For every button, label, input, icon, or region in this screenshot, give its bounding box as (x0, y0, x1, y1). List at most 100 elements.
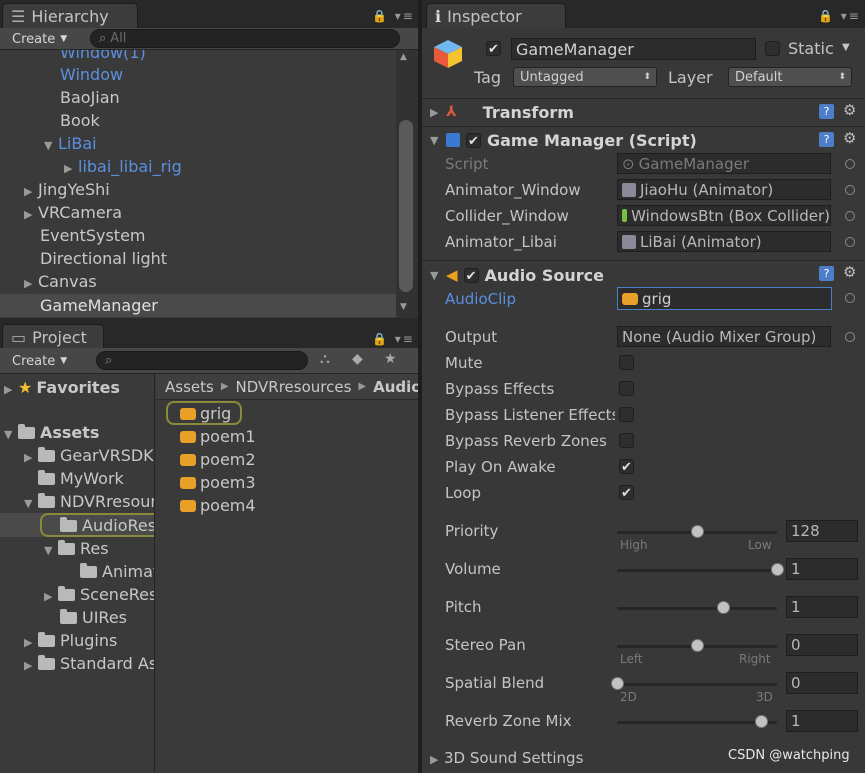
collapse-arrow-icon[interactable]: ▶ (24, 272, 38, 295)
hierarchy-scrollbar[interactable]: ▲ ▼ (396, 50, 418, 318)
spatial-blend-slider-track[interactable] (617, 683, 777, 686)
spatial-blend-slider-knob[interactable] (610, 677, 624, 690)
assets-section[interactable]: ▼ Assets (4, 421, 99, 444)
bypass-effects-checkbox[interactable] (619, 381, 634, 396)
hierarchy-panel-menu-icon[interactable]: 🔒 ▾≡ (372, 9, 415, 23)
collapse-arrow-icon[interactable]: ▶ (24, 203, 38, 226)
hierarchy-item-window1[interactable]: Window(1) (60, 50, 146, 64)
object-picker-icon[interactable] (845, 159, 855, 169)
stereo-pan-slider-knob[interactable] (690, 639, 704, 652)
expand-arrow-icon[interactable]: ▼ (430, 269, 444, 282)
reverb-zone-mix-slider-knob[interactable] (754, 715, 768, 728)
3d-sound-settings-foldout[interactable]: ▶ 3D Sound Settings (430, 749, 583, 767)
hierarchy-item-jingyeshi[interactable]: ▶ JingYeShi (24, 178, 110, 201)
spatial-blend-value-field[interactable]: 0 (786, 672, 858, 694)
static-checkbox[interactable] (765, 41, 780, 56)
animator-window-field[interactable]: JiaoHu (Animator) (617, 179, 831, 200)
pitch-value-field[interactable]: 1 (786, 596, 858, 618)
hierarchy-search-input[interactable]: ⌕ All (90, 29, 400, 48)
hierarchy-item-eventsystem[interactable]: EventSystem (40, 224, 146, 247)
collapse-arrow-icon[interactable]: ▶ (24, 446, 38, 469)
file-poem4[interactable]: poem4 (180, 494, 256, 517)
collapse-arrow-icon[interactable]: ▶ (430, 753, 444, 766)
hierarchy-item-libai-rig[interactable]: ▶ libai_libai_rig (64, 155, 182, 178)
collapse-arrow-icon[interactable]: ▶ (4, 378, 18, 401)
breadcrumb-item[interactable]: AudioRes (373, 378, 418, 396)
folder-ndvrresources[interactable]: ▼ NDVRresources (24, 490, 154, 513)
priority-value-field[interactable]: 128 (786, 520, 858, 542)
output-field[interactable]: None (Audio Mixer Group) (617, 326, 831, 347)
collapse-arrow-icon[interactable]: ▶ (24, 631, 38, 654)
bypass-reverb-zones-checkbox[interactable] (619, 433, 634, 448)
collapse-arrow-icon[interactable]: ▶ (430, 106, 444, 119)
hierarchy-item-book[interactable]: Book (60, 109, 100, 132)
volume-slider-track[interactable] (617, 569, 777, 572)
transform-header[interactable]: ▶ ⅄ Transform (430, 101, 574, 123)
gear-icon[interactable]: ⚙ (843, 129, 856, 147)
filter-by-type-icon[interactable]: ⛬ (320, 351, 330, 367)
component-enabled-checkbox[interactable]: ✔ (463, 267, 479, 284)
reverb-zone-mix-value-field[interactable]: 1 (786, 710, 858, 732)
breadcrumb-item[interactable]: NDVRresources (236, 378, 352, 396)
folder-sceneres[interactable]: ▶ SceneRes (44, 583, 154, 608)
tab-project[interactable]: ▭ Project (2, 324, 104, 350)
play-on-awake-checkbox[interactable]: ✔ (619, 459, 634, 475)
expand-arrow-icon[interactable]: ▼ (430, 134, 444, 147)
hierarchy-item-vrcamera[interactable]: ▶ VRCamera (24, 201, 122, 224)
file-poem3[interactable]: poem3 (180, 471, 256, 494)
folder-audiores[interactable]: AudioRes (60, 514, 154, 537)
static-dropdown-icon[interactable]: ▼ (842, 42, 850, 53)
help-book-icon[interactable]: ? (819, 104, 834, 119)
favorite-star-icon[interactable]: ★ (384, 351, 397, 367)
collapse-arrow-icon[interactable]: ▶ (64, 157, 78, 180)
help-book-icon[interactable]: ? (819, 266, 834, 281)
hierarchy-item-window[interactable]: Window (60, 63, 123, 86)
volume-slider-knob[interactable] (770, 563, 784, 576)
loop-checkbox[interactable]: ✔ (619, 485, 634, 501)
component-enabled-checkbox[interactable]: ✔ (466, 132, 481, 149)
volume-value-field[interactable]: 1 (786, 558, 858, 580)
folder-mywork[interactable]: MyWork (38, 467, 124, 490)
file-poem1[interactable]: poem1 (180, 425, 256, 448)
gear-icon[interactable]: ⚙ (843, 101, 856, 119)
audio-source-header[interactable]: ▼ ◀ ✔ Audio Source (430, 264, 604, 286)
gameobject-name-field[interactable]: GameManager (511, 38, 756, 60)
hierarchy-item-directional-light[interactable]: Directional light (40, 247, 167, 270)
collapse-arrow-icon[interactable]: ▶ (44, 585, 58, 608)
scrollbar-thumb[interactable] (399, 120, 413, 292)
filter-by-label-icon[interactable]: ◆ (352, 351, 363, 367)
breadcrumb-item[interactable]: Assets (165, 378, 214, 396)
folder-animation[interactable]: Animation (80, 560, 154, 583)
audioclip-field[interactable]: grig (617, 287, 832, 310)
expand-arrow-icon[interactable]: ▼ (4, 423, 18, 446)
project-search-input[interactable]: ⌕ (96, 351, 308, 370)
folder-standard-assets[interactable]: ▶ Standard Assets (24, 652, 154, 675)
file-poem2[interactable]: poem2 (180, 448, 256, 471)
game-manager-header[interactable]: ▼ ✔ Game Manager (Script) (430, 129, 697, 151)
object-picker-icon[interactable] (845, 185, 855, 195)
layer-dropdown[interactable]: Default ⬍ (728, 67, 852, 87)
project-panel-menu-icon[interactable]: 🔒 ▾≡ (372, 332, 415, 346)
priority-slider-knob[interactable] (690, 525, 704, 538)
object-picker-icon[interactable] (845, 293, 855, 303)
expand-arrow-icon[interactable]: ▼ (44, 539, 58, 562)
mute-checkbox[interactable] (619, 355, 634, 370)
object-picker-icon[interactable] (845, 211, 855, 221)
gear-icon[interactable]: ⚙ (843, 263, 856, 281)
bypass-listener-effects-checkbox[interactable] (619, 407, 634, 422)
collapse-arrow-icon[interactable]: ▶ (24, 180, 38, 203)
scroll-up-icon[interactable]: ▲ (400, 52, 407, 62)
folder-uires[interactable]: UIRes (60, 606, 127, 629)
project-create-dropdown[interactable]: Create ▼ (0, 350, 82, 372)
gameobject-active-checkbox[interactable]: ✔ (486, 41, 501, 57)
tab-hierarchy[interactable]: ☰ Hierarchy (2, 3, 138, 29)
tab-inspector[interactable]: ℹ Inspector (426, 3, 566, 29)
favorites-section[interactable]: ▶ ★ Favorites (4, 376, 120, 399)
reverb-zone-mix-slider-track[interactable] (617, 721, 777, 724)
folder-plugins[interactable]: ▶ Plugins (24, 629, 117, 652)
hierarchy-item-baojian[interactable]: BaoJian (60, 86, 120, 109)
inspector-panel-menu-icon[interactable]: 🔒 ▾≡ (818, 9, 861, 23)
hierarchy-create-dropdown[interactable]: Create ▼ (0, 28, 82, 50)
object-picker-icon[interactable] (845, 237, 855, 247)
expand-arrow-icon[interactable]: ▼ (44, 134, 58, 157)
